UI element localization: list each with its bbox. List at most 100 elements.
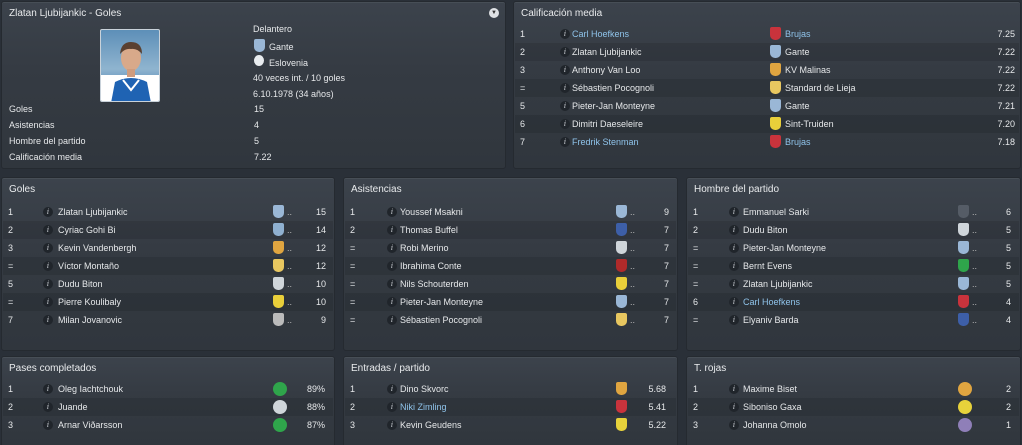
club-name-link[interactable]: Gante: [785, 47, 810, 57]
info-icon[interactable]: i: [560, 47, 570, 57]
info-icon[interactable]: i: [387, 261, 397, 271]
club-name-truncated[interactable]: ..: [630, 225, 635, 235]
info-icon[interactable]: i: [387, 243, 397, 253]
info-icon[interactable]: i: [560, 101, 570, 111]
info-icon[interactable]: i: [560, 65, 570, 75]
standard-crest-icon[interactable]: [770, 81, 781, 94]
player-name-link[interactable]: Robi Merino: [400, 243, 449, 253]
info-icon[interactable]: i: [387, 315, 397, 325]
waasland-crest-icon[interactable]: [958, 205, 969, 218]
club-name-truncated[interactable]: ..: [972, 243, 977, 253]
info-icon[interactable]: i: [387, 384, 397, 394]
gante-crest-icon[interactable]: [958, 277, 969, 290]
club-name-truncated[interactable]: ..: [972, 279, 977, 289]
club-name-truncated[interactable]: ..: [287, 243, 292, 253]
brujas-crest-icon[interactable]: [770, 135, 781, 148]
player-name-link[interactable]: Ibrahima Conte: [400, 261, 462, 271]
charleroi-crest-icon[interactable]: [958, 223, 969, 236]
club-name-truncated[interactable]: ..: [630, 279, 635, 289]
info-icon[interactable]: i: [43, 384, 53, 394]
truiden-crest-icon[interactable]: [616, 277, 627, 290]
club-name-truncated[interactable]: ..: [630, 261, 635, 271]
charleroi-crest-icon[interactable]: [616, 241, 627, 254]
player-name-link[interactable]: Pieter-Jan Monteyne: [400, 297, 483, 307]
player-name-link[interactable]: Fredrik Stenman: [572, 137, 639, 147]
info-icon[interactable]: i: [560, 119, 570, 129]
charleroi-crest-icon[interactable]: [273, 400, 287, 414]
info-icon[interactable]: i: [43, 279, 53, 289]
player-name-link[interactable]: Thomas Buffel: [400, 225, 458, 235]
info-icon[interactable]: i: [729, 243, 739, 253]
player-name-link[interactable]: Arnar Viðarsson: [58, 420, 122, 430]
info-icon[interactable]: i: [729, 420, 739, 430]
player-name-link[interactable]: Dudu Biton: [743, 225, 788, 235]
gante-crest-icon[interactable]: [616, 295, 627, 308]
info-icon[interactable]: i: [43, 315, 53, 325]
club-name-truncated[interactable]: ..: [972, 225, 977, 235]
club-name-truncated[interactable]: ..: [287, 279, 292, 289]
player-name-link[interactable]: Anthony Van Loo: [572, 65, 640, 75]
club-name-truncated[interactable]: ..: [630, 297, 635, 307]
info-icon[interactable]: i: [387, 297, 397, 307]
club-name-truncated[interactable]: ..: [972, 315, 977, 325]
player-name-link[interactable]: Elyaniv Barda: [743, 315, 799, 325]
info-icon[interactable]: i: [729, 297, 739, 307]
club-name-truncated[interactable]: ..: [972, 261, 977, 271]
player-name-link[interactable]: Youssef Msakni: [400, 207, 463, 217]
standard-crest-icon[interactable]: [616, 313, 627, 326]
info-icon[interactable]: i: [729, 207, 739, 217]
player-name-link[interactable]: Carl Hoefkens: [572, 29, 629, 39]
player-name-link[interactable]: Nils Schouterden: [400, 279, 469, 289]
player-club[interactable]: Gante: [269, 42, 294, 52]
info-icon[interactable]: i: [387, 225, 397, 235]
standard-crest-icon[interactable]: [273, 259, 284, 272]
malinas-crest-icon[interactable]: [273, 241, 284, 254]
info-icon[interactable]: i: [43, 207, 53, 217]
info-icon[interactable]: i: [43, 420, 53, 430]
player-name-link[interactable]: Dino Skvorc: [400, 384, 449, 394]
player-name-link[interactable]: Cyriac Gohi Bi: [58, 225, 116, 235]
info-icon[interactable]: i: [729, 225, 739, 235]
truiden-crest-icon[interactable]: [273, 295, 284, 308]
info-icon[interactable]: i: [560, 29, 570, 39]
player-name-link[interactable]: Carl Hoefkens: [743, 297, 800, 307]
malinas-crest-icon[interactable]: [616, 382, 627, 395]
club-name-link[interactable]: Standard de Lieja: [785, 83, 856, 93]
info-icon[interactable]: i: [729, 279, 739, 289]
brujas-crest-icon[interactable]: [616, 400, 627, 413]
cercle-crest-icon[interactable]: [273, 382, 287, 396]
club-name-truncated[interactable]: ..: [287, 315, 292, 325]
gante-crest-icon[interactable]: [616, 205, 627, 218]
club-name-link[interactable]: Gante: [785, 101, 810, 111]
player-name-link[interactable]: Pierre Koulibaly: [58, 297, 121, 307]
player-nation[interactable]: Eslovenia: [269, 58, 308, 68]
zulte-crest-icon[interactable]: [273, 223, 284, 236]
malinas-crest-icon[interactable]: [770, 63, 781, 76]
club-name-link[interactable]: Brujas: [785, 137, 811, 147]
beerschot-crest-icon[interactable]: [958, 418, 972, 432]
player-name-link[interactable]: Juande: [58, 402, 88, 412]
malinas-crest-icon[interactable]: [958, 382, 972, 396]
kortrijk-crest-icon[interactable]: [616, 259, 627, 272]
player-name-link[interactable]: Pieter-Jan Monteyne: [572, 101, 655, 111]
info-icon[interactable]: i: [729, 402, 739, 412]
player-name-link[interactable]: Dudu Biton: [58, 279, 103, 289]
info-icon[interactable]: i: [729, 384, 739, 394]
player-name-link[interactable]: Johanna Omolo: [743, 420, 807, 430]
info-icon[interactable]: i: [560, 83, 570, 93]
gante-crest-icon[interactable]: [273, 205, 284, 218]
player-name-link[interactable]: Víctor Montaño: [58, 261, 119, 271]
cercle-crest-icon[interactable]: [958, 259, 969, 272]
info-icon[interactable]: i: [43, 402, 53, 412]
gante-crest-icon[interactable]: [958, 241, 969, 254]
player-name-link[interactable]: Zlatan Ljubijankic: [572, 47, 642, 57]
player-name-link[interactable]: Sébastien Pocognoli: [400, 315, 482, 325]
info-icon[interactable]: i: [43, 297, 53, 307]
player-name-link[interactable]: Niki Zimling: [400, 402, 447, 412]
gante-crest-icon[interactable]: [770, 99, 781, 112]
panel-menu-chevron-icon[interactable]: ▼: [489, 8, 499, 18]
player-name-link[interactable]: Dimitri Daeseleire: [572, 119, 643, 129]
club-name-truncated[interactable]: ..: [287, 207, 292, 217]
info-icon[interactable]: i: [387, 402, 397, 412]
cercle-crest-icon[interactable]: [273, 418, 287, 432]
